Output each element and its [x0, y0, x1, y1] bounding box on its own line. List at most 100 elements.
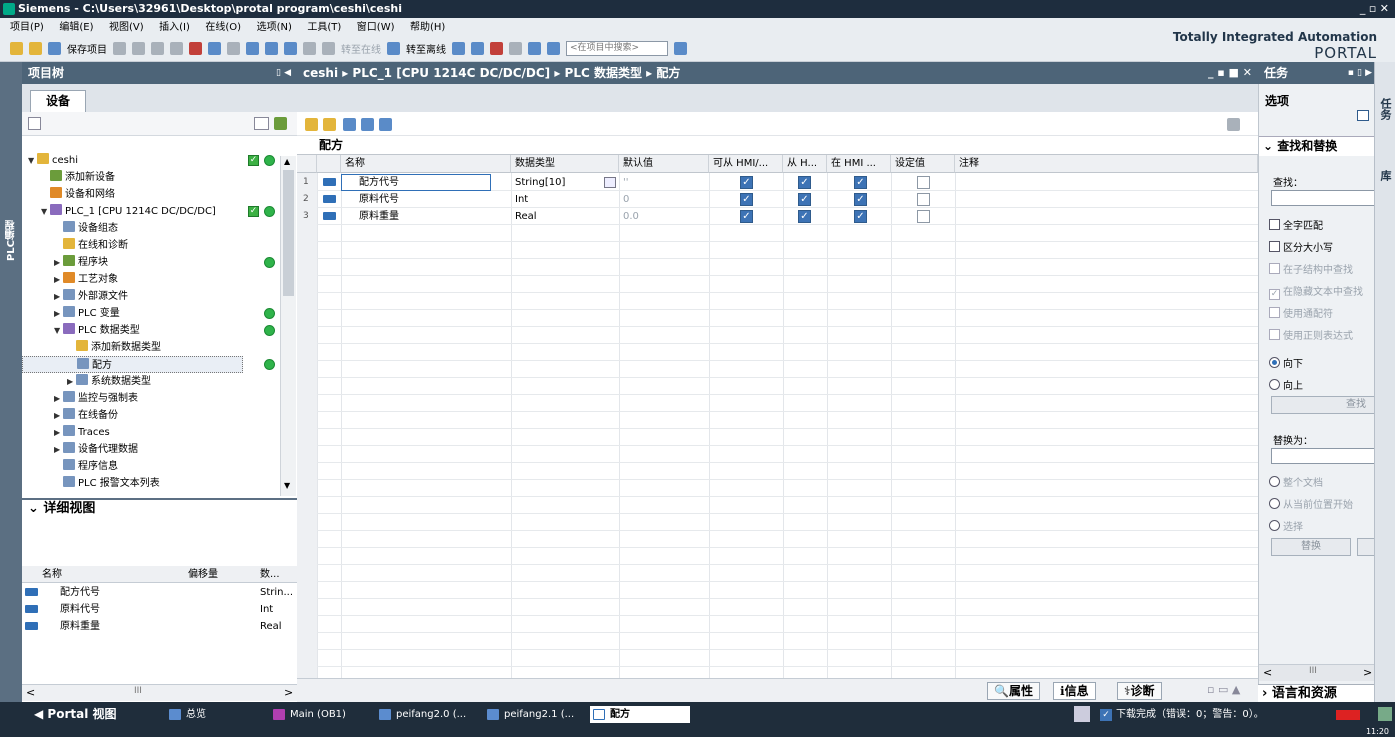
cell-name[interactable]: 原料代号 — [359, 191, 399, 208]
delete-icon[interactable] — [189, 42, 202, 55]
opt-substructures[interactable]: 在子结构中查找 — [1269, 261, 1353, 276]
scroll-left-icon[interactable]: < — [26, 686, 35, 699]
setpoint-checkbox[interactable] — [917, 210, 930, 223]
tree-item[interactable]: ▶ 设备代理数据 — [22, 441, 138, 458]
hmi-write-checkbox[interactable]: ✓ — [798, 176, 811, 189]
tree-item[interactable]: ▶ 程序块 — [22, 254, 108, 271]
go-online-button[interactable]: 转至在线 — [341, 41, 381, 56]
cell-default-value[interactable]: 0 — [623, 191, 629, 208]
datatype-picker-icon[interactable] — [604, 177, 616, 188]
opt-wildcards[interactable]: 使用通配符 — [1269, 305, 1333, 320]
scroll-left-icon[interactable]: < — [1263, 666, 1272, 679]
replace-all-button[interactable] — [1357, 538, 1375, 556]
add-row-icon[interactable] — [323, 118, 336, 131]
expand-right-icon[interactable]: ▶ — [54, 441, 63, 458]
opt-hidden-text[interactable]: ✓ 在隐藏文本中查找 — [1269, 283, 1363, 300]
tab-peifang20[interactable]: peifang2.0 (... — [376, 706, 478, 723]
print-icon[interactable] — [113, 42, 126, 55]
breadcrumb[interactable]: ceshi ▸ PLC_1 [CPU 1214C DC/DC/DC] ▸ PLC… — [303, 66, 680, 80]
column-header[interactable]: 在 HMI ... — [827, 155, 891, 173]
copy-icon[interactable] — [151, 42, 164, 55]
column-header[interactable]: 注释 — [955, 155, 1258, 173]
expand-right-icon[interactable]: ▶ — [54, 271, 63, 288]
cell-name[interactable]: 原料重量 — [359, 208, 399, 225]
cell-default-value[interactable]: 0.0 — [623, 208, 639, 225]
radio-from-current[interactable]: 从当前位置开始 — [1269, 496, 1353, 511]
start-cpu-icon[interactable] — [471, 42, 484, 55]
tree-item[interactable]: ▼ PLC_1 [CPU 1214C DC/DC/DC] — [22, 203, 216, 220]
list-item[interactable]: 原料代号 Int — [22, 601, 297, 618]
setpoint-checkbox[interactable] — [917, 193, 930, 206]
column-header[interactable]: 数据类型 — [511, 155, 619, 173]
menu-help[interactable]: 帮助(H) — [410, 22, 445, 33]
expand-right-icon[interactable]: ▶ — [54, 288, 63, 305]
tree-scrollbar[interactable]: ▲ ▼ — [280, 156, 296, 496]
find-button[interactable]: 查找 — [1271, 396, 1375, 414]
list-item[interactable]: 原料重量 Real — [22, 618, 297, 635]
detail-hscrollbar[interactable]: < III > — [22, 684, 297, 701]
hmi-write-checkbox[interactable]: ✓ — [798, 210, 811, 223]
tab-overview[interactable]: 总览 — [166, 706, 262, 723]
scroll-down-icon[interactable]: ▼ — [284, 481, 290, 490]
scroll-thumb[interactable] — [283, 170, 294, 296]
detail-view-header[interactable]: ⌄ 详细视图 — [22, 498, 297, 518]
hmi-access-checkbox[interactable]: ✓ — [740, 176, 753, 189]
column-header[interactable]: 名称 — [341, 155, 511, 173]
tree-item[interactable]: ▶ 系统数据类型 — [22, 373, 151, 390]
tree-item[interactable]: ▶ 工艺对象 — [22, 271, 118, 288]
expand-down-icon[interactable]: ▼ — [28, 152, 37, 169]
collapse-panel-icon[interactable]: ▯ ◀ — [276, 62, 291, 84]
paste-icon[interactable] — [170, 42, 183, 55]
tasks-side-tab[interactable]: 任务 — [1379, 98, 1393, 120]
hmi-access-checkbox[interactable]: ✓ — [740, 210, 753, 223]
opt-regex[interactable]: 使用正则表达式 — [1269, 327, 1353, 342]
tree-item[interactable]: PLC 报警文本列表 — [22, 475, 160, 492]
cell-datatype[interactable]: Int — [515, 191, 528, 208]
opt-match-case[interactable]: 区分大小写 — [1269, 239, 1333, 254]
column-header[interactable]: 可从 HMI/... — [709, 155, 783, 173]
radio-selection[interactable]: 选择 — [1269, 518, 1303, 533]
split-vertical-icon[interactable] — [547, 42, 560, 55]
replace-input[interactable] — [1271, 448, 1375, 464]
tab-devices[interactable]: 设备 — [30, 90, 86, 112]
hmi-visible-checkbox[interactable]: ✓ — [854, 193, 867, 206]
list-view-icon[interactable] — [379, 118, 392, 131]
radio-down[interactable]: 向下 — [1269, 355, 1303, 370]
menu-tools[interactable]: 工具(T) — [307, 22, 341, 33]
menu-edit[interactable]: 编辑(E) — [59, 22, 93, 33]
tab-diagnostics[interactable]: ⚕诊断 — [1117, 682, 1162, 700]
opt-whole-word[interactable]: 全字匹配 — [1269, 217, 1323, 232]
tree-item[interactable]: 添加新设备 — [22, 169, 115, 186]
languages-resources-header[interactable]: › 语言和资源 — [1258, 684, 1374, 702]
cell-name[interactable]: 配方代号 — [341, 174, 491, 191]
expand-right-icon[interactable]: ▶ — [54, 407, 63, 424]
menu-options[interactable]: 选项(N) — [257, 22, 292, 33]
cell-default-value[interactable]: '' — [623, 174, 629, 191]
expand-right-icon[interactable]: ▶ — [67, 373, 76, 390]
find-replace-header[interactable]: ⌄ 查找和替换 — [1259, 136, 1375, 156]
scroll-right-icon[interactable]: > — [284, 686, 293, 699]
tree-item[interactable]: 添加新数据类型 — [22, 339, 161, 356]
status-panel-icon[interactable] — [1074, 706, 1090, 722]
undo-icon[interactable] — [208, 42, 221, 55]
tree-item[interactable]: ▶ 监控与强制表 — [22, 390, 138, 407]
menu-online[interactable]: 在线(O) — [205, 22, 241, 33]
column-settings-icon[interactable] — [1227, 118, 1240, 131]
tree-item[interactable]: 程序信息 — [22, 458, 118, 475]
tab-main-ob1[interactable]: Main (OB1) — [270, 706, 368, 723]
library-side-tab[interactable]: 库 — [1379, 170, 1393, 181]
go-offline-icon[interactable] — [387, 42, 400, 55]
desktop-icon[interactable] — [1378, 707, 1392, 721]
collapse-all-icon[interactable] — [361, 118, 374, 131]
expand-down-icon[interactable]: ▼ — [54, 322, 63, 339]
find-input[interactable] — [1271, 190, 1375, 206]
new-project-icon[interactable] — [10, 42, 23, 55]
hmi-write-checkbox[interactable]: ✓ — [798, 193, 811, 206]
save-project-button[interactable]: 保存项目 — [67, 41, 107, 56]
panel-controls-icon[interactable]: ▫ ▭ ▲ — [1207, 683, 1240, 696]
new-folder-icon[interactable] — [274, 117, 287, 130]
radio-up[interactable]: 向上 — [1269, 377, 1303, 392]
tree-item[interactable]: ▶ 外部源文件 — [22, 288, 128, 305]
cell-datatype[interactable]: String[10] — [515, 174, 565, 191]
simulation-icon[interactable] — [303, 42, 316, 55]
